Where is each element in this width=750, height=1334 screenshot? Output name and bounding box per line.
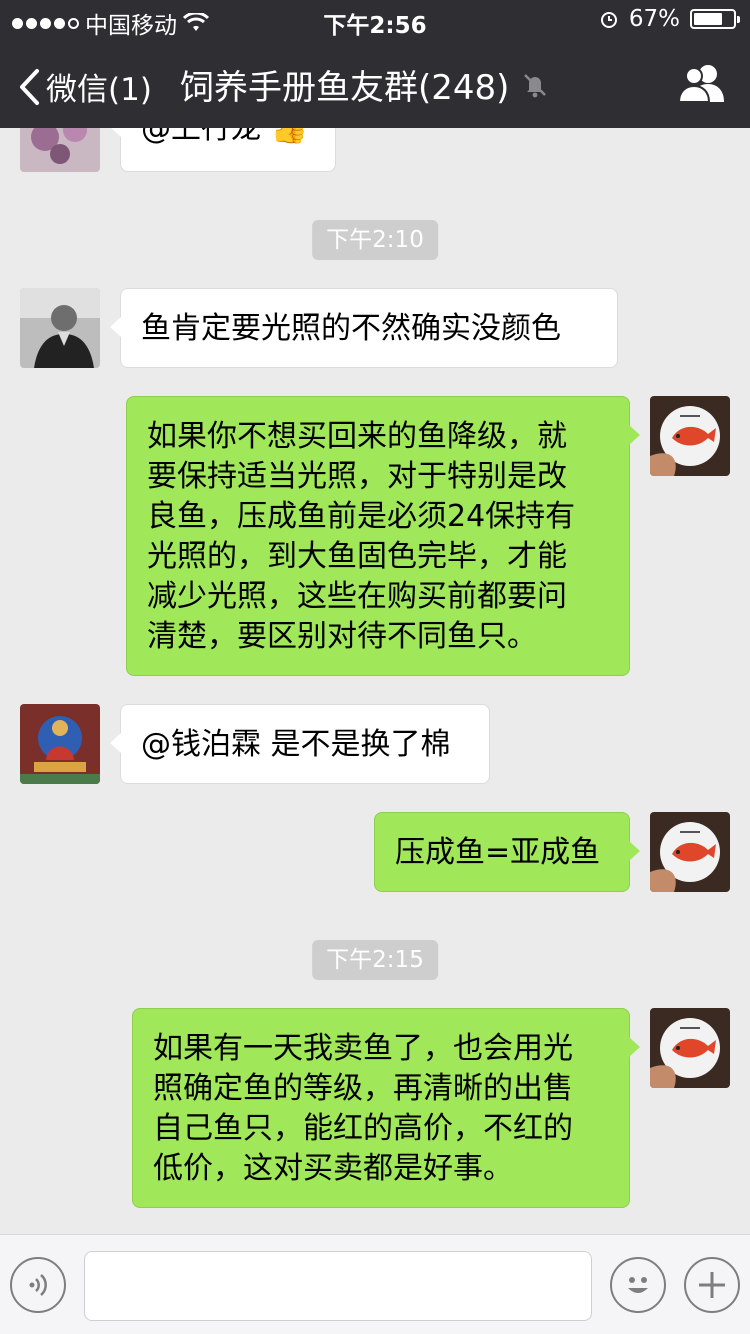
my-avatar[interactable]	[650, 1008, 730, 1088]
mute-icon	[524, 73, 547, 97]
battery-percent: 67%	[628, 6, 680, 32]
status-bar: 中国移动 下午2:56 67%	[0, 0, 750, 40]
message-bubble-incoming[interactable]: @钱泊霖 是不是换了棉	[110, 704, 490, 784]
avatar[interactable]	[20, 288, 100, 368]
chat-message-list[interactable]: @上行龙 👍 下午2:10 鱼肯定要光照的不然确实没颜色 如果你不想买回来的鱼降…	[0, 128, 750, 1234]
battery-icon	[690, 9, 740, 29]
my-avatar[interactable]	[650, 396, 730, 476]
message-bubble-outgoing[interactable]: 如果有一天我卖鱼了，也会用光 照确定鱼的等级，再清晰的出售 自己鱼只，能红的高价…	[132, 1008, 640, 1208]
emoji-button[interactable]	[610, 1257, 666, 1313]
more-button[interactable]	[684, 1257, 740, 1313]
navigation-bar: 微信(1) 饲养手册鱼友群(248)	[0, 40, 750, 128]
message-bubble-incoming[interactable]: 鱼肯定要光照的不然确实没颜色	[110, 288, 618, 368]
my-avatar[interactable]	[650, 812, 730, 892]
message-bubble-outgoing[interactable]: 如果你不想买回来的鱼降级，就 要保持适当光照，对于特别是改 良鱼，压成鱼前是必须…	[126, 396, 640, 676]
back-button[interactable]: 微信(1)	[18, 64, 152, 109]
plus-icon	[699, 1272, 725, 1298]
timestamp-label: 下午2:15	[312, 940, 438, 980]
avatar[interactable]	[20, 704, 100, 784]
timestamp-label: 下午2:10	[312, 220, 438, 260]
group-info-button[interactable]	[677, 62, 726, 108]
chevron-left-icon	[20, 68, 39, 105]
back-label: 微信(1)	[46, 72, 152, 108]
chat-title: 饲养手册鱼友群(248)	[180, 68, 510, 108]
message-bubble-incoming[interactable]: @上行龙 👍	[110, 128, 336, 172]
emoji-icon	[628, 1277, 648, 1293]
voice-icon	[29, 1274, 47, 1296]
message-input-bar	[0, 1234, 750, 1334]
voice-button[interactable]	[10, 1257, 66, 1313]
message-bubble-outgoing[interactable]: 压成鱼=亚成鱼	[374, 812, 640, 892]
group-members-icon	[677, 65, 724, 103]
message-input[interactable]	[84, 1251, 592, 1321]
alarm-icon	[600, 12, 617, 28]
avatar[interactable]	[20, 128, 100, 172]
